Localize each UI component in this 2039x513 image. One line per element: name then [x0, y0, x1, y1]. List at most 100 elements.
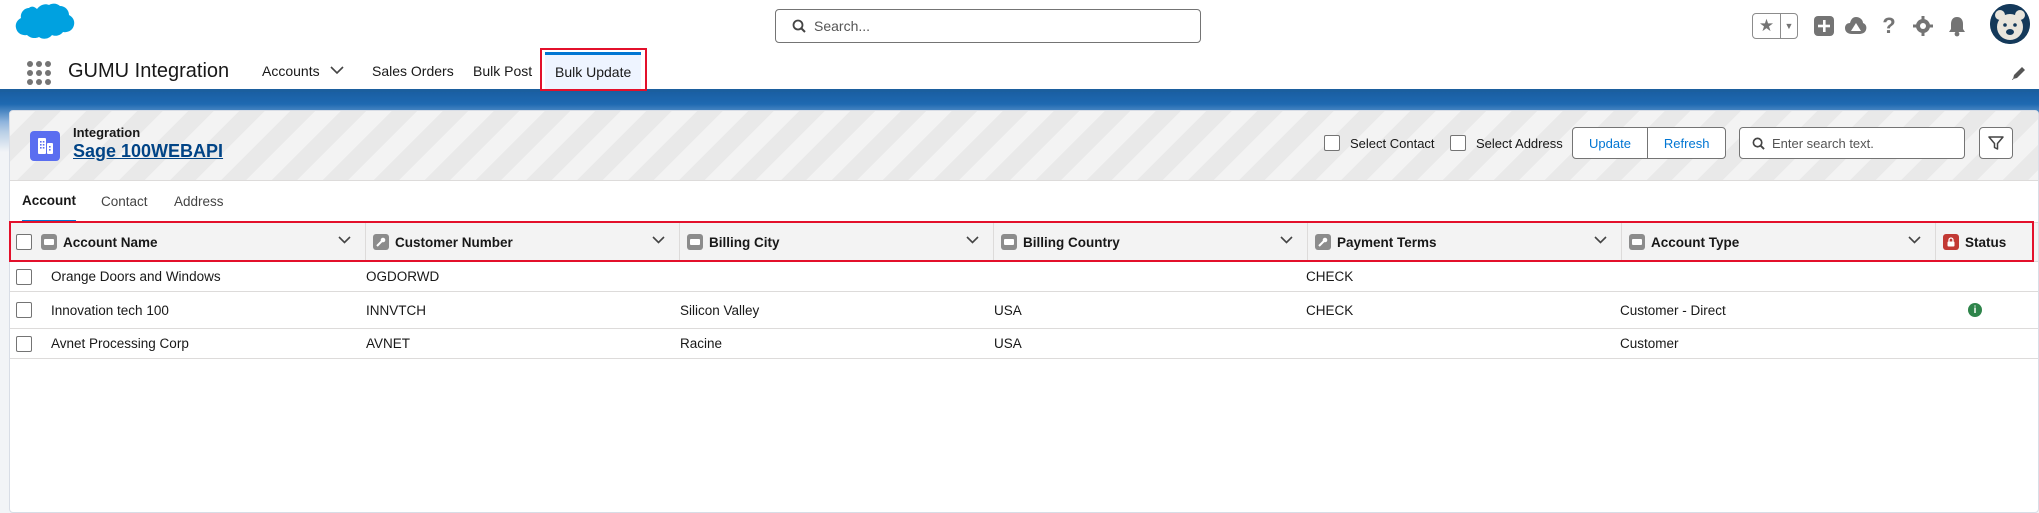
chevron-down-icon[interactable]: [652, 235, 665, 247]
search-icon: [1752, 137, 1765, 150]
tab-label: Contact: [101, 194, 148, 209]
nav-item-label: Sales Orders: [372, 62, 454, 79]
table-search-input[interactable]: [1772, 128, 1960, 158]
nav-item-accounts[interactable]: Accounts: [252, 52, 354, 89]
table-header: Account Name Customer Number Billing Cit…: [10, 222, 2038, 262]
global-search[interactable]: [775, 9, 1201, 43]
customer-number-cell: OGDORWD: [366, 269, 440, 284]
bulk-update-card: Integration Sage 100WEBAPI Select Contac…: [9, 110, 2039, 513]
column-label: Payment Terms: [1337, 234, 1437, 250]
column-header-payment-terms[interactable]: Payment Terms: [1308, 223, 1622, 261]
column-label: Status: [1965, 234, 2007, 250]
filter-icon: [1988, 136, 2004, 150]
app-name: GUMU Integration: [68, 60, 230, 82]
chevron-down-icon[interactable]: [1908, 235, 1921, 247]
global-search-input[interactable]: [814, 10, 1194, 42]
text-field-icon: [1629, 234, 1645, 250]
customer-number-cell: AVNET: [366, 336, 411, 351]
trailhead-icon[interactable]: [1843, 13, 1869, 39]
tab-address[interactable]: Address: [174, 181, 224, 222]
chevron-down-icon[interactable]: [966, 235, 979, 247]
checkbox[interactable]: [1324, 135, 1340, 151]
card-header: Integration Sage 100WEBAPI Select Contac…: [10, 111, 2038, 181]
tab-label: Address: [174, 194, 224, 209]
nav-item-label: Accounts: [262, 62, 320, 79]
search-icon: [792, 19, 806, 33]
nav-item-label: Bulk Update: [555, 64, 632, 80]
column-label: Billing Country: [1023, 234, 1120, 250]
global-header: ★ ▼ ?: [0, 0, 2039, 52]
text-field-icon: [1001, 234, 1017, 250]
row-select-cell: [16, 292, 32, 328]
action-button-group: Update Refresh: [1572, 127, 1727, 159]
notifications-bell-icon[interactable]: [1944, 13, 1970, 39]
status-lock-icon: [1943, 234, 1959, 250]
nav-item-bulk-update[interactable]: Bulk Update: [545, 52, 642, 89]
favorites-dropdown-icon[interactable]: ▼: [1781, 14, 1797, 38]
filter-button[interactable]: [1979, 127, 2013, 159]
billing-country-cell: USA: [994, 336, 1022, 351]
select-contact-label: Select Contact: [1350, 135, 1435, 151]
salesforce-logo[interactable]: [10, 3, 76, 49]
refresh-button[interactable]: Refresh: [1646, 128, 1726, 158]
billing-country-cell: USA: [994, 302, 1022, 318]
record-title-link[interactable]: Sage 100WEBAPI: [73, 141, 223, 162]
column-header-billing-country[interactable]: Billing Country: [994, 223, 1308, 261]
table-row[interactable]: Innovation tech 100 INNVTCH Silicon Vall…: [10, 292, 2038, 329]
customer-number-cell: INNVTCH: [366, 302, 426, 318]
account-name-cell: Avnet Processing Corp: [51, 336, 189, 351]
tab-label: Account: [22, 193, 76, 208]
update-button[interactable]: Update: [1573, 128, 1647, 158]
table-search[interactable]: [1739, 127, 1965, 159]
row-checkbox[interactable]: [16, 302, 32, 318]
favorites-button-group: ★ ▼: [1752, 13, 1798, 39]
info-status-icon[interactable]: i: [1968, 303, 1982, 317]
column-header-billing-city[interactable]: Billing City: [680, 223, 994, 261]
checkbox[interactable]: [1450, 135, 1466, 151]
tab-contact[interactable]: Contact: [101, 181, 148, 222]
column-header-account-type[interactable]: Account Type: [1622, 223, 1936, 261]
chevron-down-icon[interactable]: [1280, 235, 1293, 247]
edit-nav-pencil-icon[interactable]: [2010, 64, 2028, 82]
billing-city-cell: Silicon Valley: [680, 302, 760, 318]
chevron-down-icon[interactable]: [330, 64, 344, 78]
account-name-cell: Innovation tech 100: [51, 302, 169, 318]
select-all-header: [10, 223, 34, 261]
object-label: Integration: [73, 125, 141, 140]
global-add-icon[interactable]: [1811, 13, 1837, 39]
integration-object-icon: [30, 131, 60, 161]
payment-terms-cell: CHECK: [1306, 269, 1354, 284]
account-name-cell: Orange Doors and Windows: [51, 269, 221, 284]
column-header-status[interactable]: Status: [1936, 223, 2038, 261]
nav-item-sales-orders[interactable]: Sales Orders: [362, 52, 464, 89]
favorites-star-icon[interactable]: ★: [1753, 14, 1781, 38]
column-label: Account Name: [63, 234, 158, 250]
text-field-icon: [687, 234, 703, 250]
app-launcher-icon[interactable]: [26, 60, 51, 85]
wrench-icon: [373, 234, 389, 250]
payment-terms-cell: CHECK: [1306, 302, 1354, 318]
chevron-down-icon[interactable]: [338, 235, 351, 247]
column-header-account-name[interactable]: Account Name: [34, 223, 366, 261]
account-type-cell: Customer: [1620, 336, 1679, 351]
nav-item-bulk-post[interactable]: Bulk Post: [463, 52, 542, 89]
column-label: Customer Number: [395, 234, 513, 250]
select-all-checkbox[interactable]: [16, 234, 32, 250]
status-cell: i: [1968, 292, 1982, 328]
user-avatar[interactable]: [1990, 4, 2030, 44]
select-address-checkbox[interactable]: Select Address: [1450, 135, 1563, 151]
column-header-customer-number[interactable]: Customer Number: [366, 223, 680, 261]
table-row[interactable]: Avnet Processing Corp AVNET Racine USA C…: [10, 329, 2038, 359]
help-icon[interactable]: ?: [1876, 13, 1902, 39]
wrench-icon: [1315, 234, 1331, 250]
tab-account[interactable]: Account: [22, 181, 76, 222]
object-tabs: Account Contact Address: [10, 181, 2038, 222]
row-checkbox[interactable]: [16, 335, 32, 352]
select-contact-checkbox[interactable]: Select Contact: [1324, 135, 1435, 151]
text-field-icon: [41, 234, 57, 250]
table-row[interactable]: Orange Doors and Windows OGDORWD CHECK: [10, 262, 2038, 292]
nav-item-label: Bulk Post: [473, 62, 533, 79]
chevron-down-icon[interactable]: [1594, 235, 1607, 247]
row-checkbox[interactable]: [16, 268, 32, 285]
setup-gear-icon[interactable]: [1910, 13, 1936, 39]
